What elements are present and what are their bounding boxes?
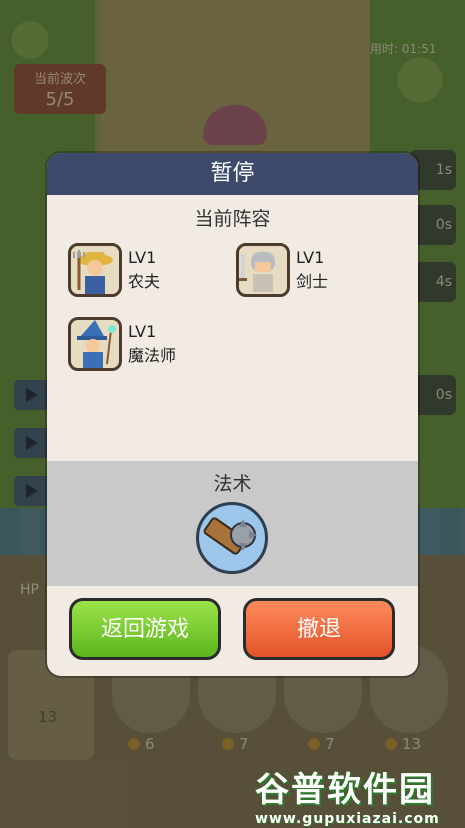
hero-name: 剑士 xyxy=(296,272,329,291)
lineup-title: 当前阵容 xyxy=(194,208,271,230)
mage-portrait-icon xyxy=(68,317,122,371)
hero-farmer: LV1 农夫 xyxy=(68,243,160,297)
spells-title: 法术 xyxy=(213,473,252,495)
spiked-club-spell-icon[interactable] xyxy=(196,502,268,574)
return-to-game-button[interactable]: 返回游戏 xyxy=(69,598,221,660)
pause-dialog: 暂停 当前阵容 LV1 农夫 LV1 剑士 LV1 魔法师 法术 返回游戏 撤退 xyxy=(47,153,418,676)
hero-swordsman: LV1 剑士 xyxy=(236,243,328,297)
swordsman-portrait-icon xyxy=(236,243,290,297)
farmer-portrait-icon xyxy=(68,243,122,297)
hero-name: 魔法师 xyxy=(128,346,177,365)
spells-section: 法术 xyxy=(47,461,418,586)
dialog-title: 暂停 xyxy=(47,153,418,195)
watermark-url: www.gupuxiazai.com xyxy=(255,811,440,827)
hero-level: LV1 xyxy=(128,248,157,267)
hero-mage: LV1 魔法师 xyxy=(68,317,176,371)
retreat-button[interactable]: 撤退 xyxy=(243,598,395,660)
hero-level: LV1 xyxy=(296,248,325,267)
hero-name: 农夫 xyxy=(128,272,161,291)
watermark: 谷普软件园 www.gupuxiazai.com xyxy=(255,762,460,827)
hero-level: LV1 xyxy=(128,322,157,341)
watermark-brand: 谷普软件园 xyxy=(255,770,435,810)
